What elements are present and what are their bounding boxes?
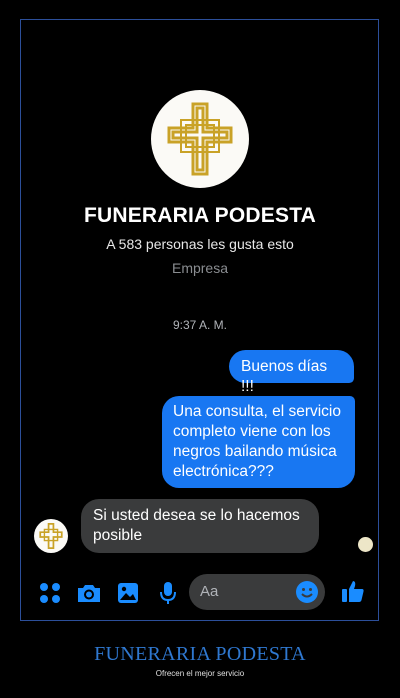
- menu-dots-icon[interactable]: [37, 580, 63, 606]
- page-title: FUNERARIA PODESTA: [83, 204, 317, 227]
- page-likes: A 583 personas les gusta esto: [106, 236, 294, 252]
- incoming-message[interactable]: Si usted desea se lo hacemos posible: [81, 499, 319, 553]
- caption-title: FUNERARIA PODESTA: [94, 643, 306, 665]
- emoji-icon[interactable]: [295, 580, 319, 604]
- message-input-placeholder: Aa: [200, 583, 219, 600]
- camera-icon[interactable]: [76, 580, 102, 606]
- outgoing-message[interactable]: Una consulta, el servicio completo viene…: [162, 396, 355, 488]
- thumbs-up-icon[interactable]: [340, 578, 366, 604]
- caption-subtitle: Ofrecen el mejor servicio: [155, 669, 245, 678]
- read-receipt-avatar: [358, 537, 373, 552]
- page-category: Empresa: [171, 260, 229, 276]
- outgoing-message[interactable]: Buenos días !!!: [229, 350, 354, 395]
- page-avatar[interactable]: [151, 90, 249, 188]
- microphone-icon[interactable]: [155, 580, 181, 606]
- gallery-icon[interactable]: [115, 580, 141, 606]
- sender-avatar: [34, 519, 68, 553]
- message-timestamp: 9:37 A. M.: [172, 318, 228, 332]
- message-input[interactable]: Aa: [189, 574, 325, 610]
- gold-cross-logo-icon: [39, 522, 63, 550]
- gold-cross-logo-icon: [167, 102, 233, 176]
